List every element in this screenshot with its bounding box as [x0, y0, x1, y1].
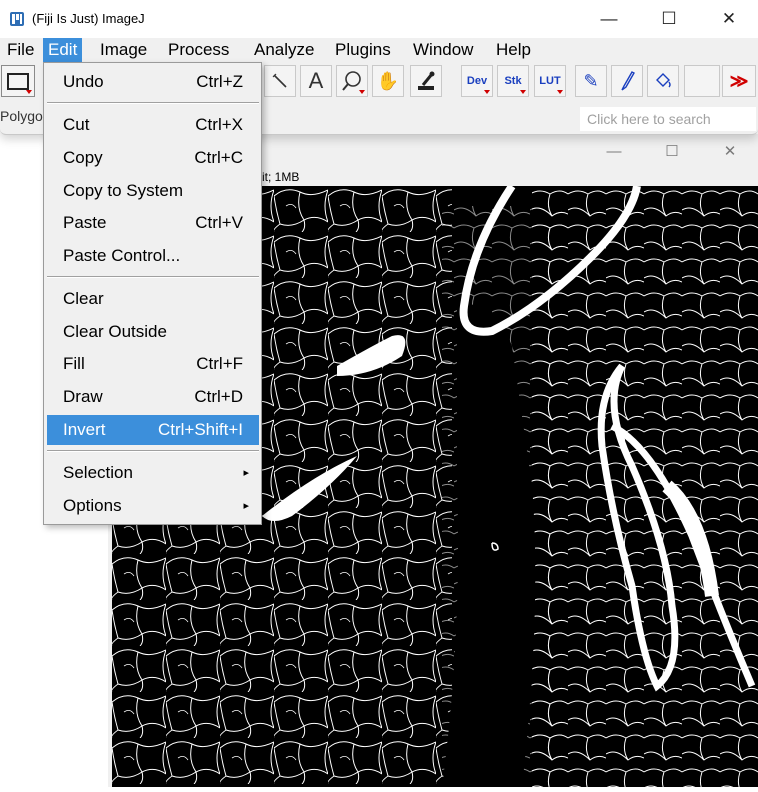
menu-item-invert[interactable]: Invert Ctrl+Shift+I [47, 415, 259, 445]
menu-bar: File Edit Image Process Analyze Plugins … [0, 38, 758, 62]
text-tool[interactable]: A [300, 65, 332, 97]
menu-item-shortcut: Ctrl+C [194, 148, 243, 167]
menu-item-label: Selection [63, 463, 133, 482]
image-close-button[interactable]: ✕ [710, 140, 750, 162]
pencil-tool[interactable]: ✎ [575, 65, 607, 97]
menu-help[interactable]: Help [491, 38, 536, 62]
fiji-app-icon [10, 12, 24, 26]
menu-item-label: Cut [63, 115, 90, 134]
lut-label: LUT [539, 75, 561, 87]
menu-item-label: Copy to System [63, 181, 183, 200]
line-icon [272, 73, 287, 88]
search-input[interactable]: Click here to search [580, 107, 756, 131]
image-info-text: it; 1MB [262, 170, 300, 184]
rectangle-icon [7, 72, 29, 90]
menu-separator [47, 276, 259, 278]
double-chevron-right-icon: ≫ [729, 70, 749, 91]
menu-analyze[interactable]: Analyze [249, 38, 319, 62]
stk-label: Stk [504, 75, 522, 87]
menu-item-draw[interactable]: Draw Ctrl+D [47, 382, 259, 412]
title-bar[interactable]: (Fiji Is Just) ImageJ — ☐ ✕ [0, 0, 758, 38]
menu-item-shortcut: Ctrl+D [194, 387, 243, 406]
image-maximize-button[interactable]: ☐ [652, 140, 692, 162]
status-bar-text: Polygo [0, 108, 43, 124]
menu-item-copy-to-system[interactable]: Copy to System [47, 176, 259, 206]
bucket-icon [656, 73, 671, 88]
menu-item-label: Undo [63, 72, 104, 91]
dropper-icon [418, 71, 435, 90]
menu-separator [47, 450, 259, 452]
magnifier-tool[interactable] [336, 65, 368, 97]
menu-item-label: Options [63, 496, 122, 515]
menu-item-label: Fill [63, 354, 85, 373]
magnifier-icon [342, 71, 361, 91]
close-button[interactable]: ✕ [706, 0, 752, 38]
lut-tool[interactable]: LUT [534, 65, 566, 97]
minimize-button[interactable]: — [586, 0, 632, 38]
menu-item-options[interactable]: Options ▸ [47, 491, 259, 521]
menu-item-shortcut: Ctrl+V [195, 213, 243, 232]
menu-item-label: Paste [63, 213, 107, 232]
menu-image[interactable]: Image [95, 38, 152, 62]
menu-item-shortcut: Ctrl+X [195, 115, 243, 134]
menu-item-fill[interactable]: Fill Ctrl+F [47, 349, 259, 379]
menu-item-selection[interactable]: Selection ▸ [47, 458, 259, 488]
menu-item-shortcut: Ctrl+Shift+I [157, 420, 243, 439]
stk-tool[interactable]: Stk [497, 65, 529, 97]
submenu-arrow-icon: ▸ [243, 500, 249, 512]
menu-window[interactable]: Window [408, 38, 478, 62]
menu-item-clear-outside[interactable]: Clear Outside [47, 317, 259, 347]
menu-item-undo[interactable]: Undo Ctrl+Z [47, 67, 259, 97]
hand-tool[interactable]: ✋ [372, 65, 404, 97]
menu-item-paste-control[interactable]: Paste Control... [47, 241, 259, 271]
dev-label: Dev [466, 75, 488, 87]
brush-tool[interactable] [611, 65, 643, 97]
menu-item-label: Invert [63, 420, 106, 439]
menu-item-label: Copy [63, 148, 103, 167]
menu-item-label: Clear [63, 289, 104, 308]
more-tools-button[interactable]: ≫ [722, 65, 756, 97]
window-title: (Fiji Is Just) ImageJ [32, 11, 145, 26]
edit-dropdown-menu: Undo Ctrl+Z Cut Ctrl+X Copy Ctrl+C Copy … [43, 62, 262, 525]
text-icon: A [308, 68, 324, 93]
submenu-arrow-icon: ▸ [243, 467, 249, 479]
image-minimize-button[interactable]: — [594, 140, 634, 162]
menu-item-paste[interactable]: Paste Ctrl+V [47, 208, 259, 238]
menu-item-cut[interactable]: Cut Ctrl+X [47, 110, 259, 140]
color-picker-tool[interactable] [410, 65, 442, 97]
menu-item-label: Draw [63, 387, 103, 406]
hand-icon: ✋ [376, 70, 400, 91]
line-tool[interactable] [264, 65, 296, 97]
menu-process[interactable]: Process [163, 38, 234, 62]
menu-edit[interactable]: Edit [43, 38, 83, 62]
menu-item-label: Paste Control... [63, 246, 181, 265]
maximize-button[interactable]: ☐ [646, 0, 692, 38]
menu-file[interactable]: File [2, 38, 39, 62]
rectangle-tool[interactable] [1, 65, 35, 97]
menu-separator [47, 102, 259, 104]
menu-item-copy[interactable]: Copy Ctrl+C [47, 143, 259, 173]
menu-item-shortcut: Ctrl+F [196, 354, 243, 373]
pencil-icon: ✎ [583, 70, 599, 91]
menu-item-shortcut: Ctrl+Z [196, 72, 243, 91]
dev-tool[interactable]: Dev [461, 65, 493, 97]
menu-item-label: Clear Outside [63, 322, 167, 341]
menu-item-clear[interactable]: Clear [47, 284, 259, 314]
flood-fill-tool[interactable] [647, 65, 679, 97]
brush-icon [621, 71, 635, 91]
menu-plugins[interactable]: Plugins [330, 38, 396, 62]
empty-tool-slot[interactable] [684, 65, 720, 97]
